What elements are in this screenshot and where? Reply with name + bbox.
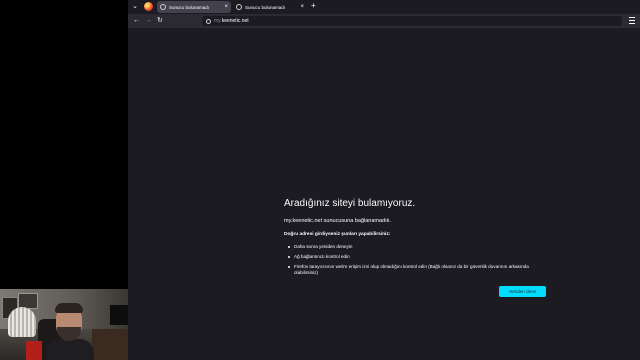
- firefox-logo-icon: [144, 2, 153, 11]
- person-body: [46, 339, 94, 360]
- error-panel: Aradığınız siteyi bulamıyoruz. my.keenet…: [284, 198, 554, 280]
- firefox-window: ⌄ Sunucu bulunamadı × Sunucu bulunamadı …: [128, 0, 640, 360]
- info-icon: [160, 4, 166, 10]
- retry-button[interactable]: Yeniden dene: [499, 286, 546, 297]
- info-icon: [236, 4, 242, 10]
- forward-icon[interactable]: →: [145, 16, 152, 26]
- nav-toolbar: ← → ↻ my.keenetic.net: [128, 14, 640, 28]
- tab-1[interactable]: Sunucu bulunamadı ×: [157, 1, 231, 13]
- info-icon[interactable]: [206, 18, 211, 24]
- close-icon[interactable]: ×: [300, 4, 304, 10]
- suggestion-list: Daha sonra yeniden deneyin Ağ bağlantını…: [284, 244, 554, 276]
- tab-2[interactable]: Sunucu bulunamadı ×: [233, 1, 307, 13]
- list-item: Ağ bağlantınızı kontrol edin: [288, 254, 554, 260]
- reload-icon[interactable]: ↻: [157, 16, 163, 26]
- tab-list-icon[interactable]: ⌄: [130, 2, 140, 12]
- monitor: [110, 305, 128, 325]
- back-icon[interactable]: ←: [133, 16, 140, 26]
- new-tab-button[interactable]: +: [311, 1, 316, 10]
- webcam-overlay: [0, 289, 128, 360]
- list-item: Firefox tarayıcısının web'e erişim izni …: [288, 264, 554, 276]
- hamburger-menu-icon[interactable]: [629, 17, 635, 24]
- error-title: Aradığınız siteyi bulamıyoruz.: [284, 198, 416, 209]
- url-bar[interactable]: my.keenetic.net: [202, 16, 622, 26]
- lamp: [8, 307, 36, 337]
- url-text[interactable]: my.keenetic.net: [214, 18, 249, 24]
- tab-strip: ⌄ Sunucu bulunamadı × Sunucu bulunamadı …: [128, 0, 640, 14]
- error-description: my.keenetic.net sunucusuna bağlanamadık.: [284, 218, 391, 224]
- red-object: [26, 341, 42, 360]
- close-icon[interactable]: ×: [224, 4, 228, 10]
- list-item: Daha sonra yeniden deneyin: [288, 244, 554, 250]
- shelf: [92, 329, 128, 360]
- page-content: Aradığınız siteyi bulamıyoruz. my.keenet…: [128, 28, 640, 360]
- desktop-black-area: [0, 0, 128, 360]
- error-subtitle: Doğru adresi girdiyseniz şunları yapabil…: [284, 232, 391, 237]
